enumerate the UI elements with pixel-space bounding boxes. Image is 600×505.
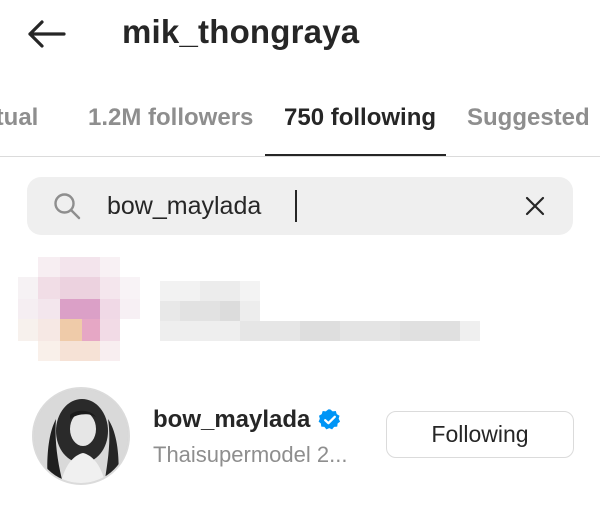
user-bio: Thaisupermodel 2... bbox=[153, 442, 348, 467]
list-item[interactable]: bow_maylada Thaisupermodel 2... Followin… bbox=[0, 380, 600, 490]
tab-bar: utual 1.2M followers 750 following Sugge… bbox=[0, 94, 600, 158]
tab-mutual[interactable]: utual bbox=[0, 104, 38, 132]
text-caret bbox=[295, 190, 297, 222]
search-icon bbox=[54, 193, 81, 220]
tabs-divider bbox=[0, 156, 600, 157]
page-title: mik_thongraya bbox=[122, 13, 360, 50]
following-button[interactable]: Following bbox=[386, 411, 574, 458]
search-bar[interactable] bbox=[27, 177, 573, 235]
username[interactable]: bow_maylada bbox=[153, 406, 310, 434]
top-bar: mik_thongraya bbox=[0, 0, 600, 70]
arrow-left-icon bbox=[28, 20, 66, 48]
profile-photo bbox=[34, 389, 128, 483]
search-input[interactable] bbox=[107, 190, 487, 222]
clear-search-button[interactable] bbox=[521, 192, 549, 220]
verified-badge-icon bbox=[319, 409, 341, 430]
tab-followers[interactable]: 1.2M followers bbox=[88, 104, 253, 132]
avatar[interactable] bbox=[32, 387, 130, 485]
username-line: bow_maylada bbox=[153, 406, 342, 434]
tab-following[interactable]: 750 following bbox=[284, 104, 436, 132]
back-button[interactable] bbox=[20, 12, 72, 56]
tab-suggested[interactable]: Suggested bbox=[467, 104, 590, 132]
blurred-list-item bbox=[0, 255, 600, 367]
close-icon bbox=[525, 196, 545, 216]
